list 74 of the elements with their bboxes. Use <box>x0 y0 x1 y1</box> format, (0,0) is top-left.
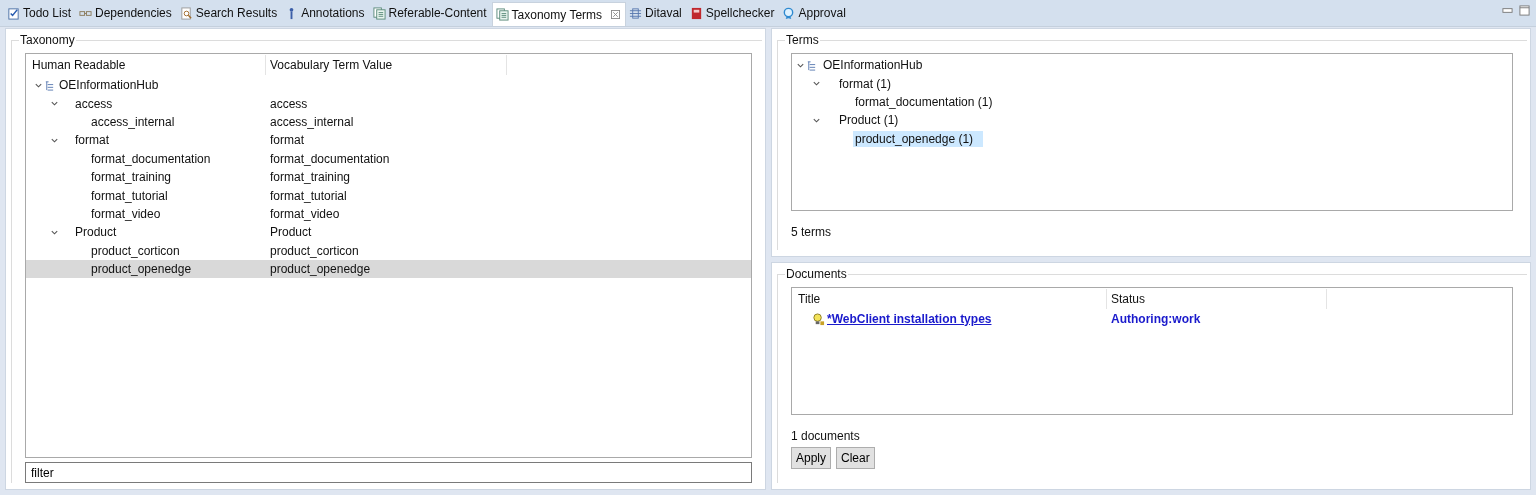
tree-row[interactable]: format_training format_training <box>26 167 751 187</box>
term-label: format <box>75 133 109 148</box>
term-label: product_openedge <box>91 262 192 277</box>
term-value: access <box>270 96 308 111</box>
hierarchy-icon <box>806 59 817 71</box>
term-label: product_corticon <box>91 243 180 258</box>
tree-item[interactable]: product_openedge (1) <box>853 130 984 147</box>
minimize-icon[interactable] <box>1502 5 1513 16</box>
group-title: Terms <box>785 33 820 47</box>
term-label: access_internal <box>91 114 175 129</box>
tab[interactable]: Ditaval <box>626 0 687 26</box>
tab[interactable]: Taxonomy Terms <box>491 2 627 26</box>
tab[interactable]: Referable-Content <box>369 0 492 26</box>
tree-row[interactable]: product_openedge product_openedge <box>26 259 751 279</box>
tree-row[interactable]: OEInformationHub <box>26 76 751 95</box>
checklist-icon <box>7 6 20 20</box>
term-value: format_training <box>270 170 351 185</box>
badge-icon <box>782 6 796 20</box>
tree-row[interactable]: format_documentation format_documentation <box>26 149 751 168</box>
term-value: format_video <box>270 206 340 221</box>
tab[interactable]: Approval <box>779 0 851 26</box>
group-title: Taxonomy <box>19 33 76 47</box>
column-header[interactable]: Title <box>792 289 1107 309</box>
term-value: format_tutorial <box>270 188 347 203</box>
lightbulb-icon <box>812 312 825 326</box>
tree-item[interactable]: format_documentation (1) <box>853 93 995 110</box>
term-label: Product <box>75 225 117 240</box>
tree-row[interactable]: format format <box>26 131 751 150</box>
term-value: Product <box>270 225 312 240</box>
tree-row[interactable]: format_tutorial format_tutorial <box>26 186 751 205</box>
action-button[interactable]: Clear <box>836 447 875 469</box>
hierarchy-icon <box>44 79 55 91</box>
filter-icon <box>629 6 643 20</box>
filter-field[interactable]: filter <box>25 462 752 483</box>
document-icon <box>372 6 386 20</box>
search-icon <box>179 6 193 20</box>
tree-item[interactable]: Product (1) <box>837 112 901 129</box>
document-count: 1 documents <box>791 429 861 443</box>
column-header[interactable]: Human Readable <box>26 55 266 75</box>
tab[interactable]: Search Results <box>176 0 283 26</box>
term-label: format_video <box>91 206 161 221</box>
tree-row[interactable]: product_corticon product_corticon <box>26 241 751 260</box>
action-button[interactable]: Apply <box>791 447 832 469</box>
column-header[interactable]: Vocabulary Term Value <box>266 55 507 75</box>
term-label: OEInformationHub <box>59 78 159 93</box>
term-label: format_documentation <box>91 151 211 166</box>
column-header[interactable]: Status <box>1107 289 1327 309</box>
tab[interactable]: Annotations <box>282 0 370 26</box>
tab[interactable]: Todo List <box>4 0 77 26</box>
maximize-icon[interactable] <box>1519 5 1530 16</box>
term-label: access <box>75 96 113 111</box>
term-label: format_tutorial <box>91 188 168 203</box>
tree-row[interactable]: format_video format_video <box>26 204 751 224</box>
tree-row[interactable]: access access <box>26 94 751 113</box>
chevron-down-icon[interactable] <box>811 79 821 89</box>
term-value: product_corticon <box>270 243 359 258</box>
tree-item[interactable]: OEInformationHub <box>821 57 925 74</box>
document-link[interactable]: *WebClient installation types <box>827 312 992 326</box>
tab[interactable]: Dependencies <box>76 0 177 26</box>
book-icon <box>689 6 703 20</box>
term-value: product_openedge <box>270 262 371 277</box>
group-title: Documents <box>785 267 848 281</box>
term-label: format_training <box>91 170 172 185</box>
tab[interactable]: Spellchecker <box>686 0 780 26</box>
close-icon[interactable] <box>611 10 621 19</box>
tree-row[interactable]: access_internal access_internal <box>26 112 751 132</box>
document-icon <box>495 8 509 21</box>
document-status: Authoring:work <box>1111 312 1201 326</box>
tree-row[interactable]: Product Product <box>26 223 751 242</box>
term-count: 5 terms <box>791 225 832 239</box>
tree-item[interactable]: format (1) <box>837 75 893 92</box>
term-value: format_documentation <box>270 151 390 166</box>
term-value: format <box>270 133 304 148</box>
term-value: access_internal <box>270 114 354 129</box>
